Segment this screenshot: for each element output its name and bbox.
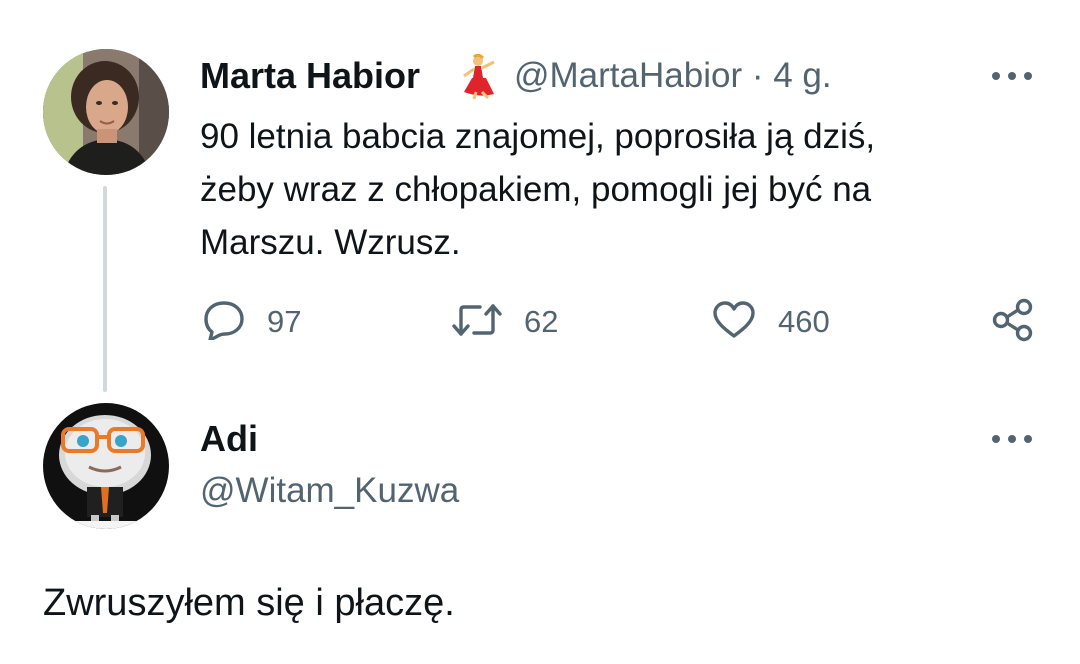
avatar-adi[interactable] (43, 403, 169, 529)
reply-author-handle[interactable]: @Witam_Kuzwa (200, 471, 459, 511)
reply-more-options-button[interactable] (992, 430, 1034, 446)
more-dot-icon (1024, 435, 1032, 443)
tweet-thread: Marta Habior @MartaHabior · 4 g. 90 letn… (0, 0, 1080, 664)
tweet-text-line: żeby wraz z chłopakiem, pomogli jej być … (200, 170, 872, 209)
like-count: 460 (778, 304, 830, 339)
more-dot-icon (1024, 72, 1032, 80)
speech-bubble-icon (203, 300, 245, 345)
tweet-text: 90 letnia babcia znajomej, poprosiła ją … (200, 110, 1020, 269)
reply-button[interactable]: 97 (203, 300, 301, 344)
reply-text: Zwruszyłem się i płaczę. (43, 582, 455, 624)
reply-count: 97 (267, 304, 302, 339)
retweet-count: 62 (524, 304, 559, 339)
more-dot-icon (992, 435, 1000, 443)
more-dot-icon (992, 72, 1000, 80)
more-dot-icon (1008, 72, 1016, 80)
like-button[interactable]: 460 (712, 300, 830, 344)
tweet-time[interactable]: 4 g. (773, 56, 831, 95)
heart-icon (712, 300, 756, 344)
author-handle[interactable]: @MartaHabior · 4 g. (514, 56, 832, 96)
dancer-emoji-icon (456, 53, 500, 100)
separator-dot: · (751, 56, 764, 95)
share-nodes-icon (992, 298, 1034, 347)
more-dot-icon (1008, 435, 1016, 443)
author-handle-text[interactable]: @MartaHabior (514, 56, 742, 95)
more-options-button[interactable] (992, 67, 1034, 83)
retweet-icon (452, 302, 502, 343)
author-name[interactable]: Marta Habior (200, 55, 420, 97)
avatar-marta[interactable] (43, 49, 169, 175)
tweet-text-line: Marszu. Wzrusz. (200, 223, 461, 262)
retweet-button[interactable]: 62 (452, 300, 558, 344)
thread-connector-line (103, 186, 107, 392)
share-button[interactable] (992, 298, 1034, 347)
reply-author-name[interactable]: Adi (200, 418, 258, 460)
tweet-text-line: 90 letnia babcia znajomej, poprosiła ją … (200, 117, 876, 156)
